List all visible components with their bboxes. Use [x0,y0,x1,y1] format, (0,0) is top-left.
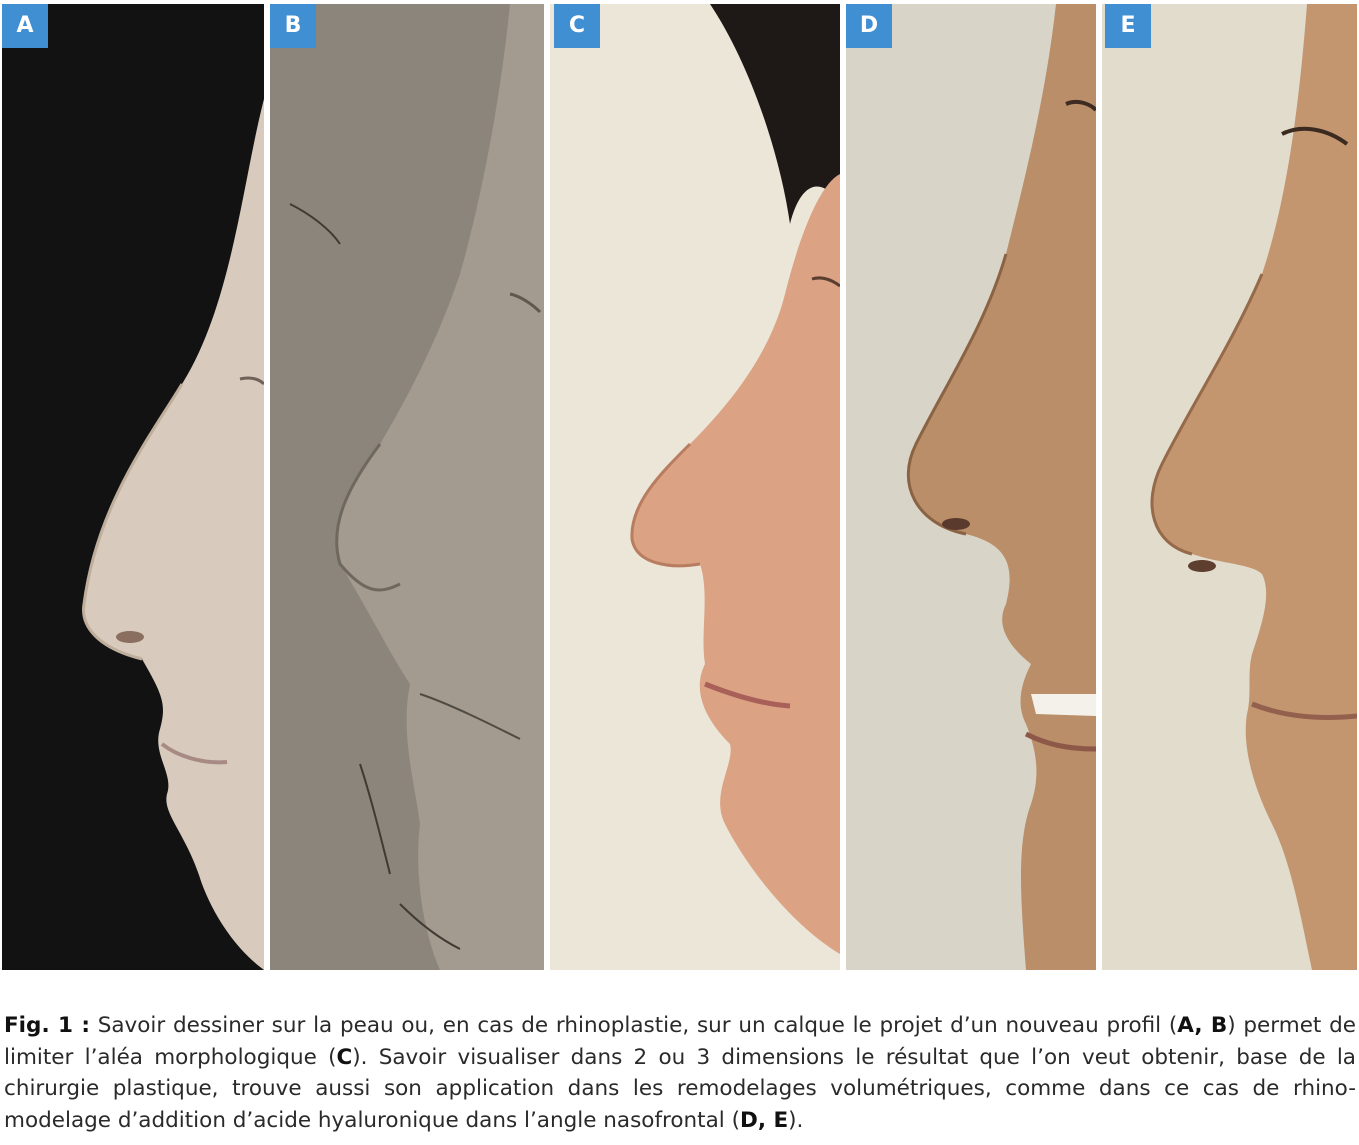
caption-fig-label: Fig. 1 : [4,1013,90,1038]
panel-label-e: E [1105,4,1151,48]
panel-e [1102,4,1357,970]
photo-profile-b [270,4,544,970]
photo-profile-d [846,4,1096,970]
photo-profile-a [2,4,264,970]
panel-c [550,4,840,970]
panel-label-a: A [2,4,48,48]
panel-label-b: B [270,4,316,48]
caption-ref-c: C [336,1044,353,1070]
caption-text-4: ). [788,1107,804,1133]
caption-ref-ab: A, B [1177,1013,1228,1038]
caption-ref-de: D, E [739,1107,789,1133]
figure-caption: Fig. 1 : Savoir dessiner sur la peau ou,… [4,1010,1356,1136]
caption-text-1: Savoir dessiner sur la peau ou, en cas d… [89,1013,1178,1038]
panel-label-c: C [554,4,600,48]
figure-panels: A B C D E [2,4,1357,970]
panel-label-d: D [846,4,892,48]
photo-profile-e [1102,4,1357,970]
panel-a [2,4,264,970]
panel-b [270,4,544,970]
photo-profile-c [550,4,840,970]
panel-d [846,4,1096,970]
